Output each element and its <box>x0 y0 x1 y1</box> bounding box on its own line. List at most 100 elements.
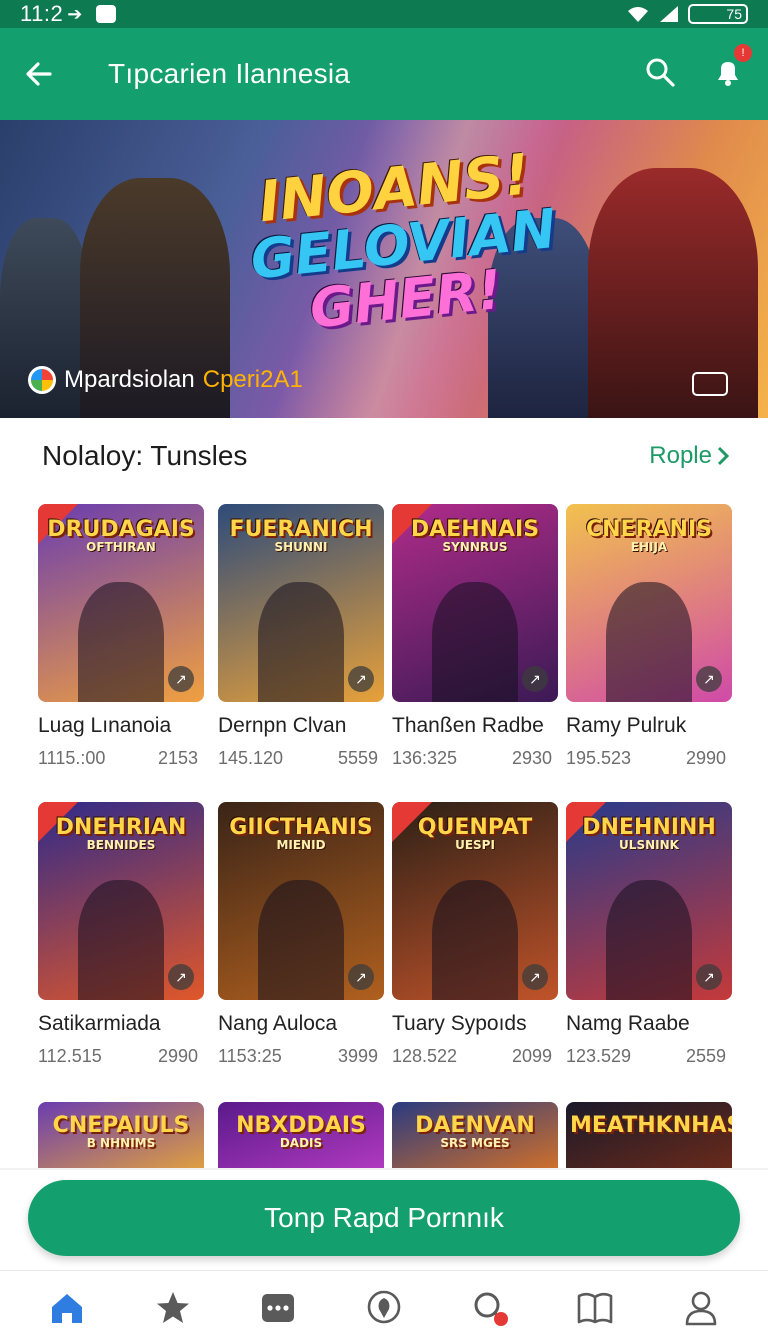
page-title: Tıpcarien Ilannesia <box>108 58 351 89</box>
game-art-subtitle: BENNIDES <box>86 838 156 853</box>
brand-logo-icon <box>28 366 56 394</box>
game-card[interactable]: DRUDAGAIS OFTHIRAN ↗ Luag Lınanoia 1115.:… <box>38 504 204 769</box>
back-button[interactable] <box>24 59 54 89</box>
game-thumbnail[interactable]: FUERANICH SHUNNI ↗ <box>218 504 384 702</box>
game-stats: 145.120 5559 <box>218 748 384 769</box>
app-bar: Tıpcarien Ilannesia ! <box>0 28 768 120</box>
home-icon <box>51 1293 82 1323</box>
game-card[interactable]: GIICTHANIS MIENID ↗ Nang Auloca 1153:25 39… <box>218 802 384 1067</box>
see-more-link[interactable]: Rople <box>649 442 730 470</box>
game-card[interactable]: DNEHRIAN BENNIDES ↗ Satikarmiada 112.515 2… <box>38 802 204 1067</box>
notification-badge: ! <box>734 43 752 62</box>
game-card[interactable]: DNEHNINH ULSNINK ↗ Namg Raabe 123.529 2559 <box>566 802 732 1067</box>
share-icon[interactable]: ↗ <box>168 964 194 990</box>
game-art-subtitle: DADIS <box>279 1136 323 1151</box>
search-button[interactable] <box>644 56 676 93</box>
game-art-title-text: DAENVAN <box>415 1113 535 1138</box>
game-art-subtitle: SYNNRUS <box>442 540 508 555</box>
game-thumbnail-partial[interactable]: DAENVAN SRS MGES <box>392 1102 558 1170</box>
game-art-subtitle: OFTHIRAN <box>86 540 156 555</box>
game-thumbnail-partial[interactable]: MEATHKNHAS <box>566 1102 732 1170</box>
game-thumbnail[interactable]: DAEHNAIS SYNNRUS ↗ <box>392 504 558 702</box>
game-art-title: GIICTHANIS MIENID <box>224 816 378 852</box>
game-stat-secondary: 2990 <box>157 1046 198 1066</box>
game-art-title-text: CNEPAIULS <box>52 1113 190 1138</box>
game-thumbnail[interactable]: CNERANIS EHIJA ↗ <box>566 504 732 702</box>
banner-title: INOANS! GELOVIAN GHER! <box>242 142 559 343</box>
banner-hero-figure <box>588 168 758 418</box>
share-icon[interactable]: ↗ <box>522 964 548 990</box>
game-stat-primary: 145.120 <box>218 748 284 768</box>
game-thumbnail[interactable]: DNEHNINH ULSNINK ↗ <box>566 802 732 1000</box>
share-icon[interactable]: ↗ <box>168 666 194 692</box>
nav-alert-dot <box>493 1311 508 1326</box>
game-art-title: CNERANIS EHIJA <box>572 518 726 554</box>
character-figure <box>78 880 164 1000</box>
game-name: Dernpn Clvan <box>218 714 347 737</box>
star-icon <box>156 1291 189 1323</box>
game-art-subtitle: MIENID <box>276 838 326 853</box>
game-art-subtitle: SHUNNI <box>274 540 328 555</box>
nav-profile[interactable] <box>671 1278 731 1338</box>
game-art-title-text: NBXDDAIS <box>236 1113 366 1138</box>
external-link-icon[interactable] <box>692 372 728 396</box>
game-art-subtitle: ULSNINK <box>619 838 679 853</box>
nav-favorites[interactable] <box>143 1278 203 1338</box>
game-art-title: NBXDDAIS DADIS <box>222 1114 380 1150</box>
game-stat-primary: 1115.:00 <box>38 748 106 768</box>
share-icon[interactable]: ↗ <box>696 964 722 990</box>
game-thumbnail[interactable]: QUENPAT UESPI ↗ <box>392 802 558 1000</box>
nav-home[interactable] <box>37 1278 97 1338</box>
nav-library[interactable] <box>565 1278 625 1338</box>
game-name: Satikarmiada <box>38 1012 161 1035</box>
game-thumbnail[interactable]: DRUDAGAIS OFTHIRAN ↗ <box>38 504 204 702</box>
game-art-title: QUENPAT UESPI <box>398 816 552 852</box>
game-art-title-text: FUERANICH <box>229 517 373 542</box>
see-more-label: Rople <box>649 442 712 469</box>
game-card[interactable]: DAEHNAIS SYNNRUS ↗ Thanßen Radbe 136:325 2… <box>392 504 558 769</box>
notifications-button[interactable]: ! <box>712 43 752 93</box>
game-art-subtitle: SRS MGES <box>440 1136 510 1151</box>
nav-search[interactable] <box>460 1278 520 1338</box>
game-card[interactable]: QUENPAT UESPI ↗ Tuary Sypoıds 128.522 2099 <box>392 802 558 1067</box>
arrow-left-icon <box>26 62 52 86</box>
game-art-title-text: CNERANIS <box>586 517 712 542</box>
game-art-title: DAEHNAIS SYNNRUS <box>398 518 552 554</box>
game-stats: 128.522 2099 <box>392 1046 558 1067</box>
game-art-title: DAENVAN SRS MGES <box>396 1114 554 1150</box>
game-stat-primary: 128.522 <box>392 1046 458 1066</box>
wifi-icon <box>628 7 648 22</box>
game-thumbnail-partial[interactable]: CNEPAIULS B NHNIMS <box>38 1102 204 1170</box>
award-icon <box>367 1290 401 1323</box>
game-stat-primary: 195.523 <box>566 748 632 768</box>
share-icon[interactable]: ↗ <box>348 964 374 990</box>
game-card[interactable]: FUERANICH SHUNNI ↗ Dernpn Clvan 145.120 55… <box>218 504 384 769</box>
game-art-title-text: DRUDAGAIS <box>47 517 195 542</box>
game-art-title-text: DNEHRIAN <box>55 815 187 840</box>
signal-icon <box>660 6 678 22</box>
section-header: Nolaloy: Tunsles Rople <box>42 440 730 472</box>
primary-action-button[interactable]: Tonp Rapd Pornnık <box>28 1180 740 1256</box>
game-name: Tuary Sypoıds <box>392 1012 527 1035</box>
status-arrow-icon: ➔ <box>67 3 83 24</box>
brand-name: Mpardsiolan <box>64 366 195 393</box>
notification-app-icon <box>96 5 117 23</box>
game-thumbnail-partial[interactable]: NBXDDAIS DADIS <box>218 1102 384 1170</box>
game-art-title: DNEHNINH ULSNINK <box>572 816 726 852</box>
game-stats: 195.523 2990 <box>566 748 732 769</box>
share-icon[interactable]: ↗ <box>348 666 374 692</box>
game-stats: 1153:25 3999 <box>218 1046 384 1067</box>
game-thumbnail[interactable]: DNEHRIAN BENNIDES ↗ <box>38 802 204 1000</box>
character-figure <box>432 880 518 1000</box>
game-thumbnail[interactable]: GIICTHANIS MIENID ↗ <box>218 802 384 1000</box>
game-name: Thanßen Radbe <box>392 714 544 737</box>
share-icon[interactable]: ↗ <box>696 666 722 692</box>
nav-chat[interactable] <box>248 1278 308 1338</box>
nav-awards[interactable] <box>354 1278 414 1338</box>
profile-icon <box>685 1291 717 1325</box>
game-card[interactable]: CNERANIS EHIJA ↗ Ramy Pulruk 195.523 2990 <box>566 504 732 769</box>
game-stat-secondary: 2990 <box>685 748 726 768</box>
share-icon[interactable]: ↗ <box>522 666 548 692</box>
game-name: Nang Auloca <box>218 1012 338 1035</box>
battery-icon: 75 <box>688 4 748 24</box>
